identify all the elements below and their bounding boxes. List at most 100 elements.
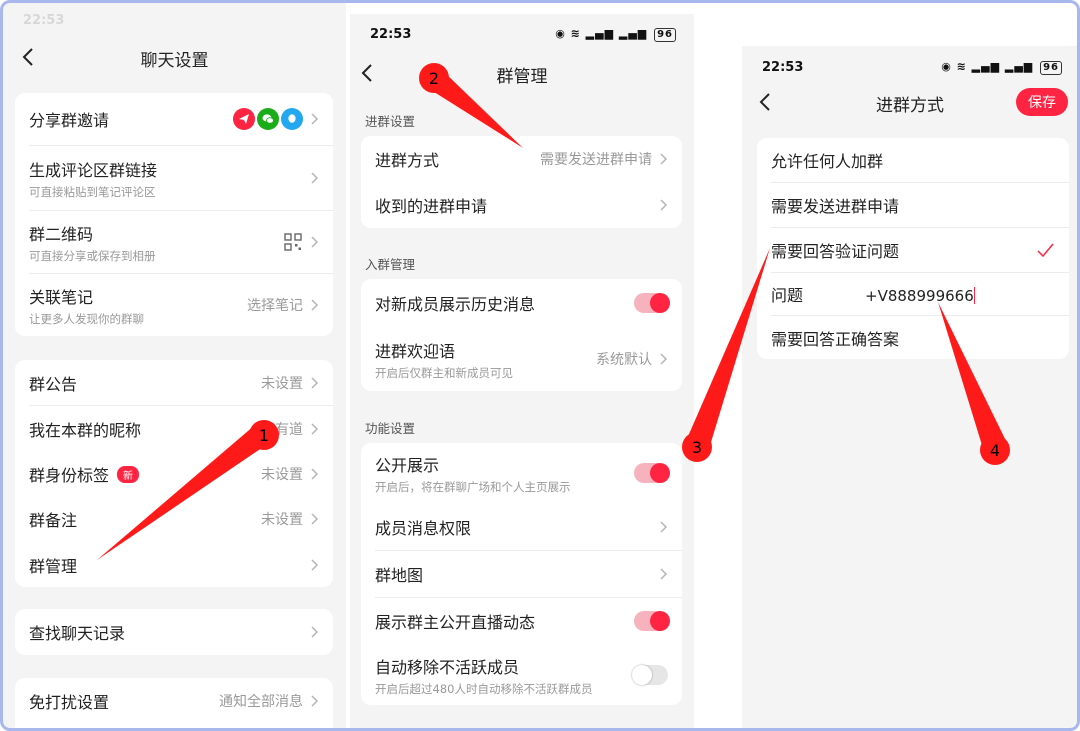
auto-remove-sub: 开启后超过480人时自动移除不活跃群成员 [375,681,593,696]
live-feed-row: 展示群主公开直播动态 [361,598,682,644]
remark-label: 群备注 [29,510,78,530]
status-bar: 22:53 [3,13,346,35]
question-input[interactable]: +V888999666 [865,287,976,305]
wechat-icon [257,108,279,130]
status-bar: 22:53 ◉ ≋ ▂▄▆ ▂▄▆ 96 [742,60,1078,82]
send-icon [233,108,255,130]
identity-tag-label: 群身份标签 [29,465,110,485]
chevron-right-icon [658,197,668,213]
live-feed-label: 展示群主公开直播动态 [375,613,536,632]
qq-icon [281,108,303,130]
search-history-label: 查找聊天记录 [29,624,126,643]
join-method-value: 需要发送进群申请 [540,151,652,168]
group-map-label: 群地图 [375,566,424,585]
page-title: 群管理 [496,67,548,87]
linked-note-row[interactable]: 关联笔记 让更多人发现你的群聊 选择笔记 [15,274,333,336]
group-manage-panel: 22:53 ◉ ≋ ▂▄▆ ▂▄▆ 96 群管理 进群设置 进群方式 需要发送进… [350,14,694,728]
chevron-right-icon [309,511,319,527]
option-label: 允许任何人加群 [771,152,884,171]
chevron-right-icon [309,375,319,391]
question-label: 问题 [771,286,804,305]
announcement-row[interactable]: 群公告 未设置 [15,360,333,405]
linked-note-value: 选择笔记 [247,298,303,314]
remark-row[interactable]: 群备注 未设置 [15,496,333,541]
group-manage-label: 群管理 [29,556,78,576]
option-question-row[interactable]: 需要回答验证问题 [757,228,1069,272]
chevron-right-icon [309,421,319,437]
welcome-label: 进群欢迎语 [375,341,456,361]
section-entry-manage: 入群管理 [365,257,416,272]
remark-value: 未设置 [261,511,303,528]
comment-link-row[interactable]: 生成评论区群链接 可直接粘贴到笔记评论区 [15,146,333,210]
option-label: 需要发送进群申请 [771,197,900,216]
option-anyone-row[interactable]: 允许任何人加群 [757,138,1069,182]
group-map-row[interactable]: 群地图 [361,551,682,597]
auto-remove-label: 自动移除不活跃成员 [375,657,520,677]
dnd-row[interactable]: 免打扰设置 通知全部消息 [15,678,333,724]
comment-link-sub: 可直接粘贴到笔记评论区 [29,184,156,199]
linked-note-sub: 让更多人发现你的群聊 [29,311,144,326]
member-perm-label: 成员消息权限 [375,519,472,538]
battery-icon: 96 [1040,61,1062,75]
status-time: 22:53 [370,27,412,42]
identity-tag-row[interactable]: 群身份标签新 未设置 [15,451,333,496]
question-input-value: +V888999666 [865,287,974,305]
option-request-row[interactable]: 需要发送进群申请 [757,183,1069,227]
received-requests-row[interactable]: 收到的进群申请 [361,182,682,228]
nickname-label: 我在本群的昵称 [29,420,142,440]
status-icons: ◉ ≋ ▂▄▆ ▂▄▆ 96 [555,27,676,42]
welcome-sub: 开启后仅群主和新成员可见 [375,365,513,380]
chevron-right-icon [658,351,668,367]
public-display-sub: 开启后，将在群聊广场和个人主页展示 [375,479,571,494]
qrcode-sub: 可直接分享或保存到相册 [29,248,156,263]
chat-settings-panel: 22:53 聊天设置 分享群邀请 生成评论区群链接 可直接粘贴到笔记评论区 群二… [3,3,346,728]
status-icons: ◉ ≋ ▂▄▆ ▂▄▆ 96 [941,60,1062,75]
text-cursor [973,287,976,304]
dnd-value: 通知全部消息 [219,694,303,710]
announcement-value: 未设置 [261,375,303,392]
status-bar: 22:53 ◉ ≋ ▂▄▆ ▂▄▆ 96 [350,27,694,49]
option-label: 需要回答验证问题 [771,242,900,261]
chevron-right-icon [309,466,319,482]
share-channel-icons [233,108,303,130]
search-history-card: 查找聊天记录 [15,609,333,655]
share-invite-row[interactable]: 分享群邀请 [15,93,333,145]
qrcode-row[interactable]: 群二维码 可直接分享或保存到相册 [15,211,333,273]
chevron-right-icon [658,566,668,582]
live-feed-toggle[interactable] [634,611,670,631]
chevron-right-icon [658,151,668,167]
comment-link-label: 生成评论区群链接 [29,160,158,180]
public-display-toggle[interactable] [634,463,670,483]
option-correct-answer-row[interactable]: 需要回答正确答案 [757,316,1069,359]
option-label: 需要回答正确答案 [771,329,900,349]
public-display-row: 公开展示 开启后，将在群聊广场和个人主页展示 [361,443,682,503]
join-method-row[interactable]: 进群方式 需要发送进群申请 [361,136,682,181]
announcement-label: 群公告 [29,374,78,394]
func-settings-card: 公开展示 开启后，将在群聊广场和个人主页展示 成员消息权限 群地图 展示群主公开… [361,443,682,705]
status-time: 22:53 [762,60,804,75]
question-input-row: 问题 +V888999666 [757,273,1069,315]
chevron-right-icon [309,624,319,640]
nickname-row[interactable]: 我在本群的昵称 唐有道 [15,406,333,451]
chevron-right-icon [309,111,319,127]
save-button[interactable]: 保存 [1016,88,1068,116]
identity-tag-value: 未设置 [261,466,303,483]
check-icon [1035,240,1055,260]
chevron-right-icon [309,234,319,250]
public-display-label: 公开展示 [375,455,440,475]
auto-remove-toggle[interactable] [632,665,668,685]
section-join-settings: 进群设置 [365,114,416,129]
nav-bar: 聊天设置 [3,43,346,73]
nav-bar: 群管理 [350,59,694,89]
welcome-row[interactable]: 进群欢迎语 开启后仅群主和新成员可见 系统默认 [361,327,682,391]
chevron-right-icon [658,519,668,535]
show-history-toggle[interactable] [634,292,670,313]
search-history-row[interactable]: 查找聊天记录 [15,609,333,655]
group-manage-row[interactable]: 群管理 [15,542,333,587]
show-history-row: 对新成员展示历史消息 [361,279,682,326]
member-perm-row[interactable]: 成员消息权限 [361,504,682,550]
page-title: 聊天设置 [140,51,209,71]
group-info-card: 群公告 未设置 我在本群的昵称 唐有道 群身份标签新 未设置 群备注 未设置 群… [15,360,333,587]
qrcode-icon [283,232,303,252]
nickname-value: 唐有道 [261,421,303,438]
